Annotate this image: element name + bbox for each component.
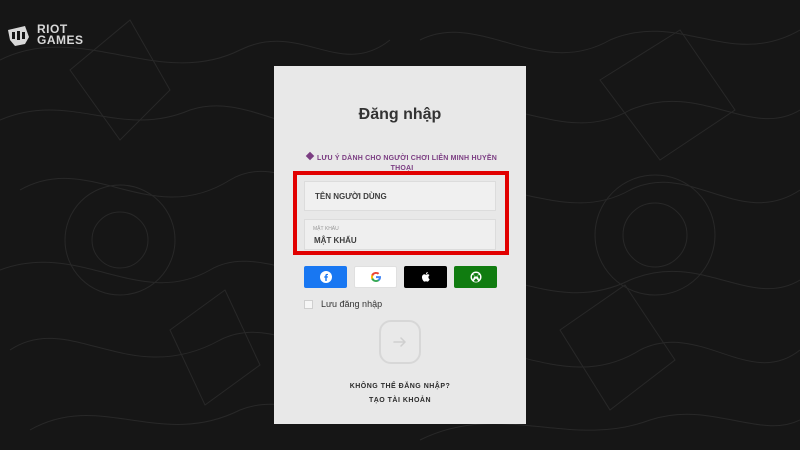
username-placeholder: TÊN NGƯỜI DÙNG (315, 192, 387, 201)
remember-login-checkbox[interactable] (304, 299, 313, 309)
xbox-login-button[interactable] (454, 266, 497, 288)
username-input[interactable]: TÊN NGƯỜI DÙNG (304, 181, 496, 211)
riot-games-logo: RIOT GAMES (7, 22, 103, 48)
remember-login-option[interactable]: Lưu đăng nhập (304, 297, 382, 311)
diamond-icon (305, 151, 315, 161)
apple-login-button[interactable] (404, 266, 447, 288)
riot-games-wordmark: RIOT GAMES (37, 23, 84, 47)
facebook-login-button[interactable] (304, 266, 347, 288)
create-account-link[interactable]: TẠO TÀI KHOẢN (0, 397, 800, 404)
google-icon (370, 272, 381, 282)
logo-line-two: GAMES (37, 33, 84, 47)
cant-sign-in-link[interactable]: KHÔNG THỂ ĐĂNG NHẬP? (0, 383, 800, 390)
submit-arrow-button[interactable] (379, 320, 421, 364)
google-login-button[interactable] (354, 266, 397, 288)
league-notice-text: LƯU Ý DÀNH CHO NGƯỜI CHƠI LIÊN MINH HUYỀ… (317, 155, 497, 172)
password-floating-label: MẬT KHẨU (313, 226, 339, 232)
remember-login-label: Lưu đăng nhập (321, 299, 383, 309)
login-title: Đăng nhập (358, 106, 442, 123)
login-screen: RIOT GAMES Đăng nhập LƯU Ý DÀNH CHO NGƯỜ… (0, 0, 800, 450)
xbox-icon (470, 271, 481, 283)
password-input[interactable]: MẬT KHẨU MẬT KHẨU (304, 219, 496, 250)
facebook-icon (319, 271, 332, 283)
apple-icon (421, 272, 430, 282)
riot-fist-icon (8, 26, 29, 46)
password-value: MẬT KHẨU (314, 236, 357, 245)
arrow-right-icon (393, 337, 406, 347)
